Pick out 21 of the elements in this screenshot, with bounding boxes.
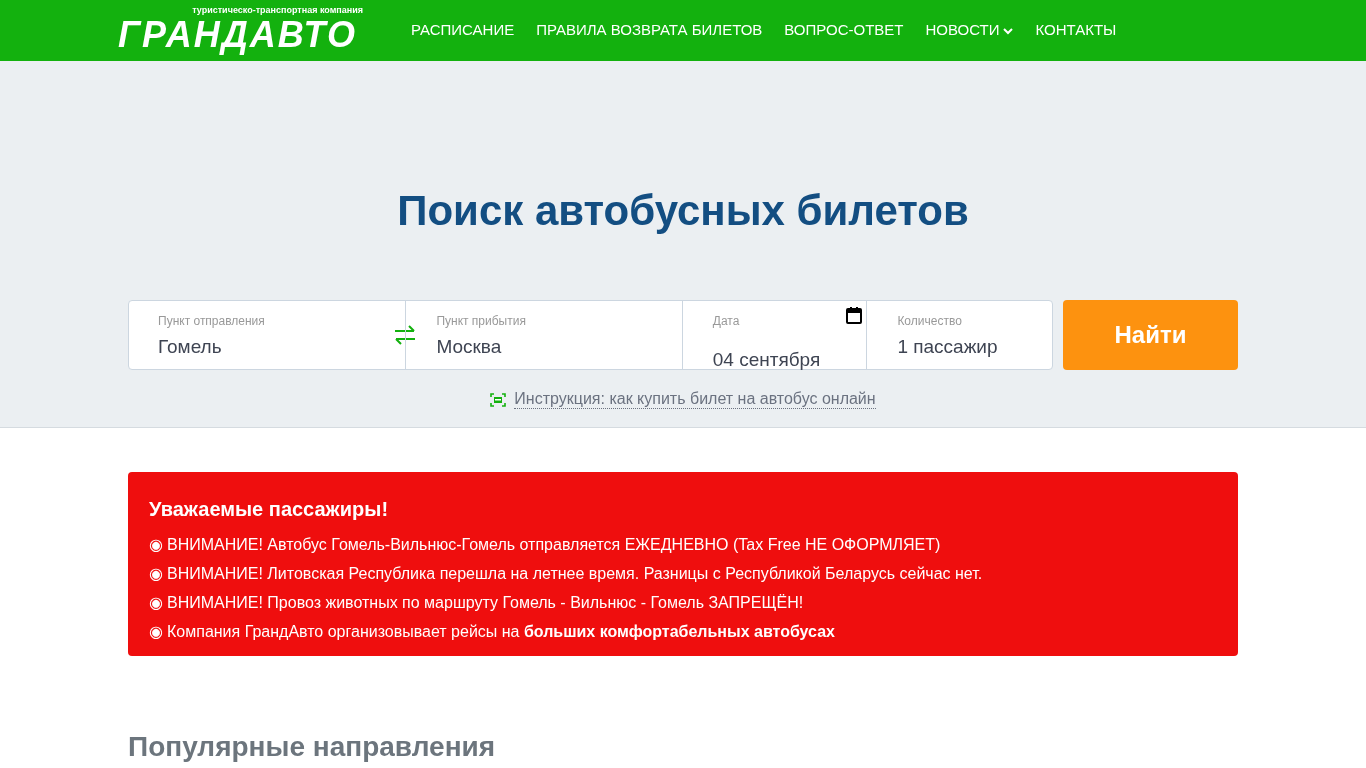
notice-text: ВНИМАНИЕ! Автобус Гомель-Вильнюс-Гомель отправляется ЕЖЕДНЕВНО (Tax Free НЕ ОФОРМЛЯЕТ) [167,535,941,555]
notice-text: ВНИМАНИЕ! Провоз животных по маршруту Гомель - Вильнюс - Гомель ЗАПРЕЩЁН! [167,593,804,613]
chevron-down-icon [1003,26,1014,35]
notice-text: Компания ГрандАвто организовывает рейсы на больших комфортабельных автобусах [167,622,835,642]
notice-text: ВНИМАНИЕ! Литовская Республика перешла на летнее время. Разницы с Республикой Беларусь сейчас нет. [167,564,983,584]
nav-link[interactable]: ВОПРОС-ОТВЕТ [784,19,904,42]
page-title: Поиск автобусных билетов [397,186,969,236]
section-title: Популярные направления [128,730,497,764]
search-button[interactable]: Найти [1063,300,1238,370]
logo-wordmark: ГРАНДАВТО [117,15,358,55]
bullet-icon: ◉ [149,534,163,555]
nav-link[interactable]: РАСПИСАНИЕ [411,19,515,42]
notice-title: Уважаемые пассажиры! [149,497,390,522]
logo-tagline: туристическо-транспортная компания [192,6,363,15]
nav-link[interactable]: НОВОСТИ [925,19,1014,42]
nav-link[interactable]: КОНТАКТЫ [1035,19,1117,42]
bullet-icon: ◉ [149,592,163,613]
nav-link[interactable]: ПРАВИЛА ВОЗВРАТА БИЛЕТОВ [536,19,763,42]
instruction-link[interactable]: Инструкция: как купить билет на автобус онлайн [514,390,876,409]
bullet-icon: ◉ [149,563,163,584]
bullet-icon: ◉ [149,621,163,642]
